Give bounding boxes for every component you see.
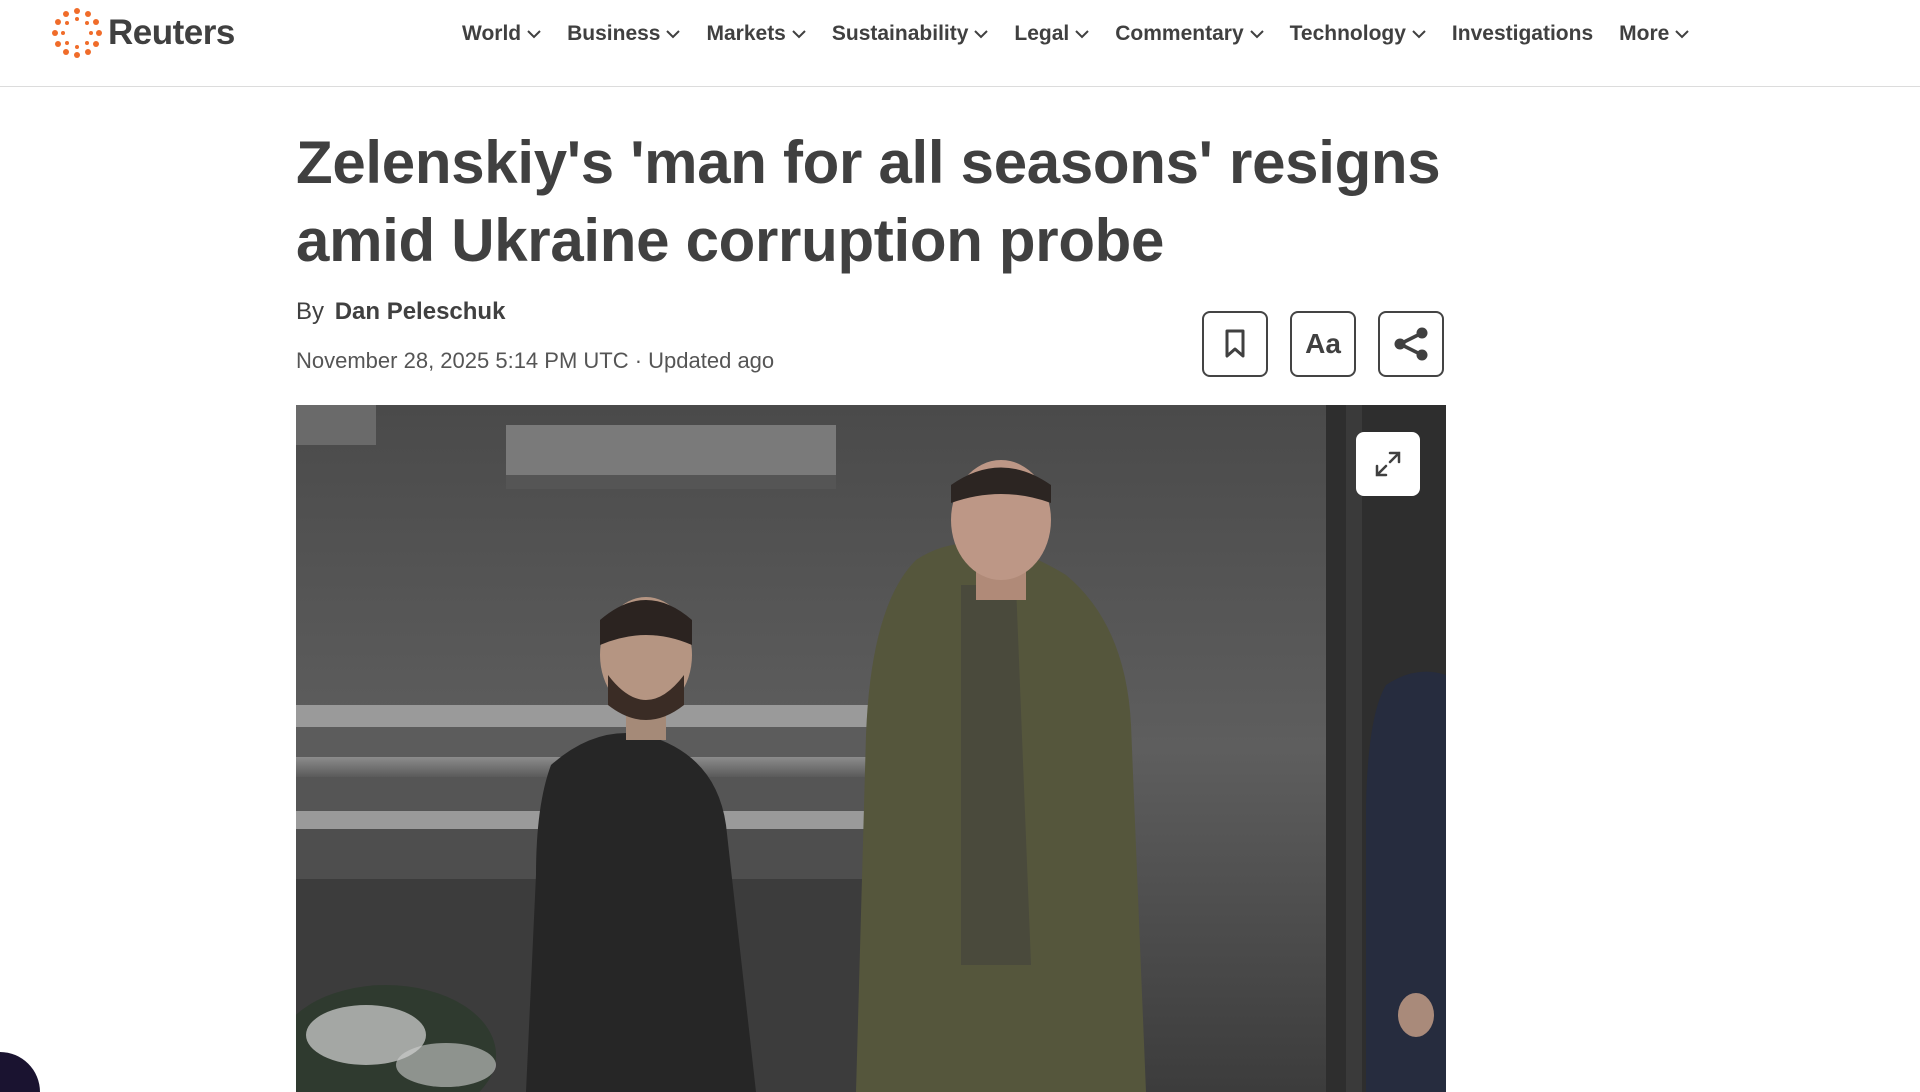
article-dateline: November 28, 2025 5:14 PM UTC · Updated …: [296, 348, 775, 373]
nav-item-business[interactable]: Business: [567, 22, 681, 46]
site-header: Reuters World Business Markets Sustainab…: [0, 0, 1920, 87]
byline-prefix: By: [296, 298, 325, 325]
nav-item-technology[interactable]: Technology: [1290, 22, 1426, 46]
bookmark-icon: [1225, 329, 1245, 358]
reuters-logo-icon: [52, 8, 102, 58]
nav-item-label: Business: [567, 22, 661, 45]
expand-icon: [1375, 451, 1401, 477]
nav-item-world[interactable]: World: [462, 22, 541, 46]
chevron-down-icon: [1249, 30, 1264, 39]
text-size-label: Aa: [1305, 328, 1341, 359]
nav-item-legal[interactable]: Legal: [1014, 22, 1089, 46]
nav-item-commentary[interactable]: Commentary: [1115, 22, 1264, 46]
logo-wordmark: Reuters: [108, 13, 235, 52]
text-size-button[interactable]: Aa: [1290, 311, 1356, 377]
nav-item-more[interactable]: More: [1619, 22, 1690, 46]
article-headline: Zelenskiy's 'man for all seasons' resign…: [296, 129, 1441, 274]
window-corner-shadow: [0, 1052, 40, 1092]
nav-item-label: Investigations: [1451, 22, 1594, 45]
chevron-down-icon: [527, 30, 541, 39]
chevron-down-icon: [1412, 30, 1426, 39]
main-nav: World Business Markets Sustainability Le…: [462, 0, 1715, 68]
hero-photo: [296, 405, 1446, 1092]
share-button[interactable]: [1378, 311, 1444, 377]
chevron-down-icon: [974, 30, 989, 39]
expand-image-button[interactable]: [1356, 432, 1420, 496]
nav-item-label: Sustainability: [831, 22, 969, 45]
nav-item-sustainability[interactable]: Sustainability: [832, 22, 989, 46]
chevron-down-icon: [792, 30, 806, 39]
hero-image[interactable]: [296, 405, 1446, 1092]
share-icon: [1394, 327, 1428, 361]
nav-item-markets[interactable]: Markets: [706, 22, 806, 46]
chevron-down-icon: [1675, 30, 1690, 39]
chevron-down-icon: [666, 30, 681, 39]
nav-item-label: Commentary: [1115, 22, 1244, 45]
byline: By Dan Peleschuk: [296, 298, 505, 326]
nav-item-investigations[interactable]: Investigations: [1452, 22, 1593, 46]
nav-item-label: World: [462, 22, 522, 45]
reuters-logo[interactable]: Reuters: [50, 6, 235, 60]
nav-item-label: Legal: [1014, 22, 1070, 45]
author-link[interactable]: Dan Peleschuk: [335, 298, 506, 325]
chevron-down-icon: [1075, 30, 1089, 39]
nav-item-label: More: [1619, 22, 1670, 45]
article-tools: Aa: [1202, 311, 1444, 377]
nav-item-label: Markets: [706, 22, 786, 45]
bookmark-button[interactable]: [1202, 311, 1268, 377]
nav-item-label: Technology: [1289, 22, 1406, 45]
